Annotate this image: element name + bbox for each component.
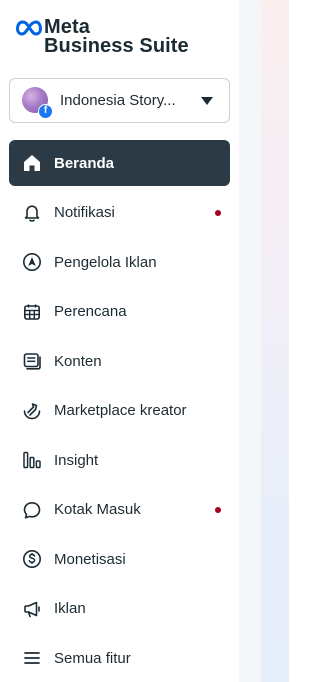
notification-dot xyxy=(215,209,221,216)
nav-item-semua-fitur[interactable]: Semua fitur xyxy=(9,635,230,681)
nav-label: Insight xyxy=(54,451,99,469)
nav-item-beranda[interactable]: Beranda xyxy=(9,140,230,186)
caret-down-icon xyxy=(201,97,213,105)
menu-icon xyxy=(21,647,43,669)
bell-icon xyxy=(21,202,43,224)
meta-infinity-icon xyxy=(16,19,42,37)
nav-item-insight[interactable]: Insight xyxy=(9,437,230,483)
main-content-area xyxy=(261,0,289,682)
insights-icon xyxy=(21,449,43,471)
nav-label: Pengelola Iklan xyxy=(54,253,157,271)
notification-dot xyxy=(215,506,221,513)
nav-label: Semua fitur xyxy=(54,649,131,667)
nav-label: Iklan xyxy=(54,600,86,617)
nav-item-iklan[interactable]: Iklan xyxy=(9,586,230,632)
sidebar: Meta Business Suite f Indonesia Story...… xyxy=(0,0,239,682)
nav-label: Monetisasi xyxy=(54,550,126,568)
meta-business-suite-logo[interactable]: Meta Business Suite xyxy=(16,16,216,60)
home-icon xyxy=(21,152,43,174)
brand-line-2: Business Suite xyxy=(44,35,189,57)
nav-item-konten[interactable]: Konten xyxy=(9,338,230,384)
nav-item-perencana[interactable]: Perencana xyxy=(9,289,230,335)
content-icon xyxy=(21,350,43,372)
page-avatar: f xyxy=(22,86,53,119)
nav-label: Perencana xyxy=(54,303,127,320)
nav-item-kotak-masuk[interactable]: Kotak Masuk xyxy=(9,487,230,533)
nav-item-marketplace-kreator[interactable]: Marketplace kreator xyxy=(9,388,230,434)
nav-label: Konten xyxy=(54,352,102,370)
nav-label: Beranda xyxy=(54,154,115,172)
nav-item-pengelola-iklan[interactable]: Pengelola Iklan xyxy=(9,239,230,285)
nav-label: Marketplace kreator xyxy=(54,402,187,419)
nav-label: Notifikasi xyxy=(54,204,115,221)
dollar-icon xyxy=(21,548,43,570)
megaphone-icon xyxy=(21,598,43,620)
facebook-icon: f xyxy=(38,103,53,119)
inbox-icon xyxy=(21,499,43,521)
account-name: Indonesia Story... xyxy=(60,92,176,109)
nav-label: Kotak Masuk xyxy=(54,501,141,518)
main-navigation: Beranda Notifikasi Pengelola Iklan Peren… xyxy=(9,140,230,682)
calendar-icon xyxy=(21,301,43,323)
content-divider xyxy=(239,0,261,682)
creator-marketplace-icon xyxy=(21,400,43,422)
ads-manager-icon xyxy=(21,251,43,273)
nav-item-notifikasi[interactable]: Notifikasi xyxy=(9,190,230,236)
account-switcher[interactable]: f Indonesia Story... xyxy=(9,78,230,123)
nav-item-monetisasi[interactable]: Monetisasi xyxy=(9,536,230,582)
